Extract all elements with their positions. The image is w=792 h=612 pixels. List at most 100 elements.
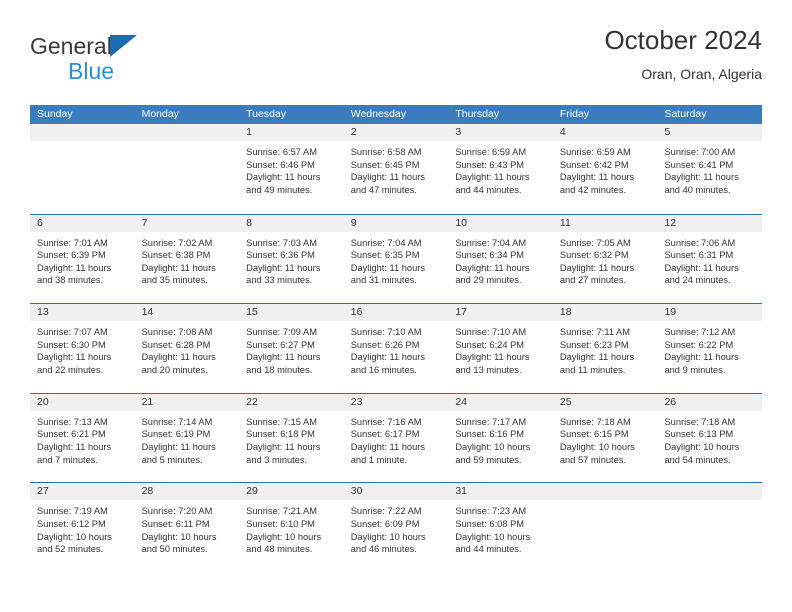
page-subtitle: Oran, Oran, Algeria	[641, 66, 762, 82]
day-cell[interactable]: 20 Sunrise: 7:13 AM Sunset: 6:21 PM Dayligh…	[30, 393, 135, 483]
day-detail-line: Sunset: 6:09 PM	[350, 518, 420, 529]
day-number: 20	[37, 395, 49, 408]
day-details: Sunrise: 7:22 AM Sunset: 6:09 PM Daylight:…	[344, 500, 449, 555]
day-cell[interactable]: 27 Sunrise: 7:19 AM Sunset: 6:12 PM Dayligh…	[30, 483, 135, 572]
day-detail-line: Sunrise: 7:23 AM	[455, 506, 527, 517]
day-detail-line: Sunrise: 6:59 AM	[455, 147, 527, 157]
day-cell[interactable]: 9 Sunrise: 7:04 AM Sunset: 6:35 PM Daylight…	[343, 214, 449, 304]
day-number: 26	[664, 395, 677, 408]
day-cell-empty	[552, 483, 658, 572]
day-number-band	[552, 483, 658, 501]
day-number: 12	[664, 216, 677, 229]
day-details: Sunrise: 7:13 AM Sunset: 6:21 PM Daylight:…	[30, 411, 135, 466]
day-detail-line: Sunrise: 7:19 AM	[37, 506, 108, 517]
day-cell[interactable]: 16 Sunrise: 7:10 AM Sunset: 6:26 PM Dayligh…	[343, 304, 449, 393]
day-detail-line: Sunrise: 7:07 AM	[37, 327, 108, 338]
day-number-band: 10	[448, 214, 553, 232]
day-cell[interactable]: 8 Sunrise: 7:03 AM Sunset: 6:36 PM Daylight…	[239, 214, 344, 304]
day-cell[interactable]: 12 Sunrise: 7:06 AM Sunset: 6:31 PM Dayligh…	[657, 214, 763, 304]
day-cell[interactable]: 24 Sunrise: 7:17 AM Sunset: 6:16 PM Dayligh…	[448, 393, 553, 483]
day-cell[interactable]: 28 Sunrise: 7:20 AM Sunset: 6:11 PM Dayligh…	[134, 483, 240, 572]
day-cell[interactable]: 6 Sunrise: 7:01 AM Sunset: 6:39 PM Daylight…	[30, 214, 135, 304]
day-cell[interactable]: 1 Sunrise: 6:57 AM Sunset: 6:46 PM Daylight…	[239, 124, 344, 214]
day-detail-line: Daylight: 10 hours	[246, 531, 322, 542]
day-detail-line: Daylight: 11 hours	[141, 352, 216, 363]
day-detail-line: Sunset: 6:22 PM	[664, 339, 734, 350]
day-detail-line: Daylight: 11 hours	[141, 262, 216, 273]
day-detail-line: Sunrise: 7:22 AM	[350, 506, 422, 517]
weekday-header-monday: Monday	[141, 108, 179, 120]
day-detail-line: and 5 minutes.	[141, 454, 203, 465]
day-detail-line: and 47 minutes.	[350, 184, 417, 195]
day-detail-line: Daylight: 11 hours	[37, 262, 112, 273]
day-number: 10	[455, 216, 467, 229]
day-cell[interactable]: 22 Sunrise: 7:15 AM Sunset: 6:18 PM Dayligh…	[239, 393, 344, 483]
day-detail-line: Sunrise: 7:01 AM	[37, 237, 108, 248]
day-details: Sunrise: 7:05 AM Sunset: 6:32 PM Daylight:…	[553, 232, 658, 287]
day-detail-line: and 59 minutes.	[455, 454, 522, 465]
day-cell[interactable]: 5 Sunrise: 7:00 AM Sunset: 6:41 PM Daylight…	[657, 124, 763, 214]
day-cell[interactable]: 19 Sunrise: 7:12 AM Sunset: 6:22 PM Dayligh…	[657, 304, 763, 393]
day-number-band: 29	[239, 483, 344, 501]
day-detail-line: Sunset: 6:46 PM	[246, 159, 315, 170]
day-detail-line: and 50 minutes.	[141, 544, 208, 555]
day-detail-line: Sunrise: 7:06 AM	[664, 237, 736, 248]
day-cell-empty	[134, 124, 240, 214]
day-detail-line: Daylight: 11 hours	[664, 352, 739, 363]
day-cell[interactable]: 21 Sunrise: 7:14 AM Sunset: 6:19 PM Dayligh…	[134, 393, 240, 483]
day-detail-line: Sunset: 6:11 PM	[141, 518, 210, 529]
day-details: Sunrise: 7:15 AM Sunset: 6:18 PM Daylight:…	[239, 411, 344, 466]
day-detail-line: Sunrise: 7:03 AM	[246, 237, 317, 248]
day-detail-line: Daylight: 11 hours	[559, 352, 635, 363]
day-cell[interactable]: 10 Sunrise: 7:04 AM Sunset: 6:34 PM Dayligh…	[448, 214, 553, 304]
day-cell[interactable]: 15 Sunrise: 7:09 AM Sunset: 6:27 PM Dayligh…	[239, 304, 344, 393]
day-detail-line: Daylight: 11 hours	[246, 262, 321, 273]
day-detail-line: Sunset: 6:30 PM	[37, 339, 106, 350]
day-number: 2	[350, 126, 357, 138]
day-number: 19	[664, 306, 677, 319]
day-detail-line: and 18 minutes.	[246, 364, 313, 375]
day-detail-line: Daylight: 11 hours	[455, 262, 530, 273]
day-detail-line: Sunset: 6:17 PM	[350, 429, 420, 440]
logo-top-row: General	[30, 32, 210, 58]
day-detail-line: Sunset: 6:41 PM	[664, 159, 734, 170]
day-cell[interactable]: 31 Sunrise: 7:23 AM Sunset: 6:08 PM Dayligh…	[448, 483, 553, 572]
day-details: Sunrise: 7:07 AM Sunset: 6:30 PM Daylight:…	[30, 321, 135, 376]
day-details: Sunrise: 7:16 AM Sunset: 6:17 PM Daylight:…	[344, 411, 449, 466]
day-detail-line: and 42 minutes.	[559, 184, 627, 195]
day-detail-line: Sunrise: 6:57 AM	[246, 147, 317, 157]
day-cell[interactable]: 2 Sunrise: 6:58 AM Sunset: 6:45 PM Daylight…	[343, 124, 449, 214]
day-cell[interactable]: 3 Sunrise: 6:59 AM Sunset: 6:43 PM Daylight…	[448, 124, 553, 214]
day-cell[interactable]: 11 Sunrise: 7:05 AM Sunset: 6:32 PM Dayligh…	[552, 214, 658, 304]
day-detail-line: Sunset: 6:10 PM	[246, 518, 315, 529]
day-number-band	[657, 483, 763, 501]
day-number-band: 8	[239, 214, 344, 232]
day-cell[interactable]: 29 Sunrise: 7:21 AM Sunset: 6:10 PM Dayligh…	[239, 483, 344, 572]
day-number: 27	[37, 485, 49, 498]
day-number-band	[134, 124, 240, 141]
calendar-week-row: 6 Sunrise: 7:01 AM Sunset: 6:39 PM Daylight…	[30, 213, 763, 304]
day-number-band: 14	[134, 304, 240, 322]
day-cell[interactable]: 26 Sunrise: 7:18 AM Sunset: 6:13 PM Dayligh…	[657, 393, 763, 483]
day-cell[interactable]: 7 Sunrise: 7:02 AM Sunset: 6:38 PM Daylight…	[134, 214, 240, 304]
day-detail-line: Sunset: 6:18 PM	[246, 429, 315, 440]
day-number-band: 22	[239, 393, 344, 411]
day-cell[interactable]: 14 Sunrise: 7:08 AM Sunset: 6:28 PM Dayligh…	[134, 304, 240, 393]
day-cell[interactable]: 4 Sunrise: 6:59 AM Sunset: 6:42 PM Daylight…	[552, 124, 658, 214]
day-cell[interactable]: 25 Sunrise: 7:18 AM Sunset: 6:15 PM Dayligh…	[552, 393, 658, 483]
logo-triangle-icon	[109, 35, 137, 57]
day-detail-line: Sunset: 6:45 PM	[350, 159, 420, 170]
day-cell[interactable]: 17 Sunrise: 7:10 AM Sunset: 6:24 PM Dayligh…	[448, 304, 553, 393]
day-detail-line: Sunrise: 7:11 AM	[559, 327, 630, 338]
day-cell[interactable]: 18 Sunrise: 7:11 AM Sunset: 6:23 PM Dayligh…	[552, 304, 658, 393]
day-number-band: 7	[134, 214, 240, 232]
day-cell[interactable]: 13 Sunrise: 7:07 AM Sunset: 6:30 PM Dayligh…	[30, 304, 135, 393]
day-detail-line: and 54 minutes.	[664, 454, 731, 465]
day-detail-line: Daylight: 11 hours	[350, 172, 425, 183]
day-detail-line: Daylight: 11 hours	[37, 352, 112, 363]
day-cell[interactable]: 23 Sunrise: 7:16 AM Sunset: 6:17 PM Dayligh…	[343, 393, 449, 483]
day-cell[interactable]: 30 Sunrise: 7:22 AM Sunset: 6:09 PM Dayligh…	[343, 483, 449, 572]
day-detail-line: Daylight: 10 hours	[455, 531, 531, 542]
day-detail-line: Sunrise: 7:00 AM	[664, 147, 736, 157]
day-detail-line: Sunrise: 7:10 AM	[350, 327, 422, 338]
